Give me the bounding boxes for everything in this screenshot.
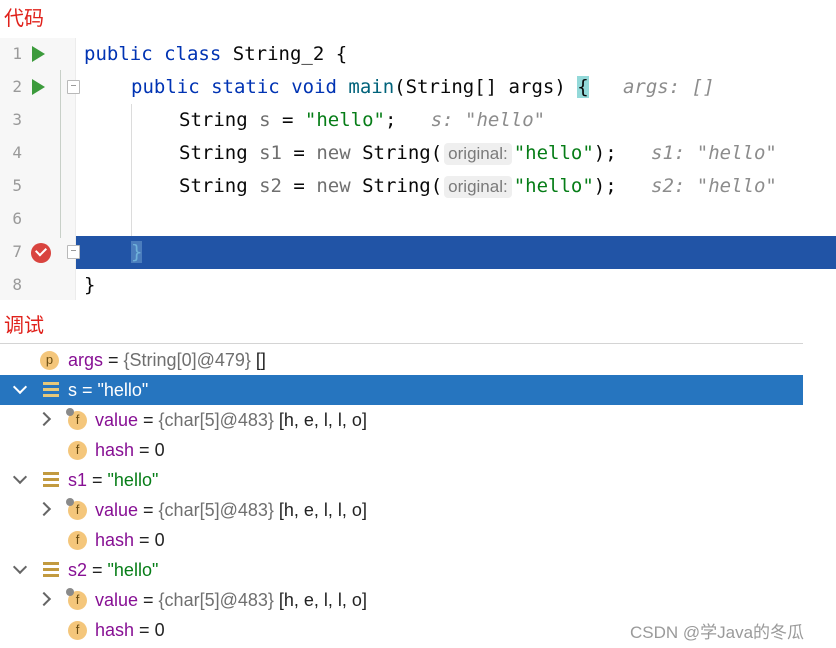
variable-s2[interactable]: s2 = "hello": [0, 555, 803, 585]
inline-value-hint: s1: "hello": [651, 142, 777, 164]
code-line-2[interactable]: 2 public static void main(String[] args)…: [0, 71, 836, 104]
code-section-label: 代码: [4, 6, 44, 30]
chevron-right-icon[interactable]: [36, 591, 52, 607]
inline-value-hint: s: "hello": [430, 109, 546, 131]
breakpoint-icon[interactable]: [31, 243, 51, 263]
field-text: hash = 0: [95, 620, 165, 640]
field-text: value = {char[5]@483} [h, e, l, l, o]: [95, 590, 367, 610]
chevron-down-icon[interactable]: [12, 379, 28, 395]
field-icon: f: [68, 441, 87, 460]
code-text: String s1 = new String(original: "hello")…: [179, 142, 777, 165]
field-text: hash = 0: [95, 530, 165, 550]
chevron-right-icon[interactable]: [36, 501, 52, 517]
field-hash[interactable]: f hash = 0: [0, 435, 803, 465]
code-text: public class String_2 {: [84, 43, 348, 65]
execution-highlight: [76, 236, 836, 269]
inline-value-hint: args: []: [622, 76, 715, 98]
chevron-down-icon[interactable]: [12, 469, 28, 485]
final-marker-icon: [66, 408, 74, 416]
local-variable-icon: [43, 382, 59, 398]
code-line-3[interactable]: 3 String s = "hello"; s: "hello": [0, 104, 836, 137]
code-text: }: [131, 241, 143, 263]
field-value[interactable]: f value = {char[5]@483} [h, e, l, l, o]: [0, 495, 803, 525]
variable-text: s1 = "hello": [68, 470, 159, 490]
code-line-4[interactable]: 4 String s1 = new String(original: "hello…: [0, 137, 836, 170]
run-icon[interactable]: [32, 46, 45, 62]
variable-s1[interactable]: s1 = "hello": [0, 465, 803, 495]
line-number: 8: [12, 275, 22, 294]
line-number: 2: [12, 77, 22, 96]
code-line-5[interactable]: 5 String s2 = new String(original: "hello…: [0, 170, 836, 203]
fold-icon[interactable]: [67, 80, 80, 94]
code-text: }: [84, 274, 96, 296]
line-number: 3: [12, 110, 22, 129]
fold-icon[interactable]: [67, 245, 80, 259]
parameter-hint: original:: [444, 143, 512, 165]
local-variable-icon: [43, 472, 59, 488]
code-text: String s2 = new String(original: "hello")…: [179, 175, 777, 198]
field-text: value = {char[5]@483} [h, e, l, l, o]: [95, 410, 367, 430]
parameter-hint: original:: [444, 176, 512, 198]
line-number: 5: [12, 176, 22, 195]
code-line-6[interactable]: 6: [0, 203, 836, 236]
parameter-icon: p: [40, 351, 59, 370]
field-value[interactable]: f value = {char[5]@483} [h, e, l, l, o]: [0, 585, 803, 615]
variable-text: args = {String[0]@479} []: [68, 350, 266, 370]
code-text: public static void main(String[] args) {…: [131, 76, 715, 98]
chevron-right-icon[interactable]: [36, 411, 52, 427]
debug-section-label: 调试: [4, 313, 44, 337]
final-marker-icon: [66, 588, 74, 596]
line-number: 4: [12, 143, 22, 162]
variable-args[interactable]: p args = {String[0]@479} []: [0, 345, 803, 375]
field-hash[interactable]: f hash = 0: [0, 525, 803, 555]
code-line-7-current-execution[interactable]: 7 }: [0, 236, 836, 269]
matched-brace: {: [577, 76, 589, 98]
code-text: String s = "hello"; s: "hello": [179, 109, 546, 131]
field-icon: f: [68, 531, 87, 550]
watermark: CSDN @学Java的冬瓜: [630, 623, 805, 642]
local-variable-icon: [43, 562, 59, 578]
line-number: 1: [12, 44, 22, 63]
variable-text: s2 = "hello": [68, 560, 159, 580]
chevron-down-icon[interactable]: [12, 559, 28, 575]
variables-panel-divider: [0, 343, 803, 344]
inline-value-hint: s2: "hello": [651, 175, 777, 197]
code-line-1[interactable]: 1 public class String_2 {: [0, 38, 836, 71]
variable-s[interactable]: s = "hello": [0, 375, 803, 405]
field-text: hash = 0: [95, 440, 165, 460]
line-number: 7: [12, 242, 22, 261]
variable-text: s = "hello": [68, 380, 149, 400]
field-text: value = {char[5]@483} [h, e, l, l, o]: [95, 500, 367, 520]
run-icon[interactable]: [32, 79, 45, 95]
line-number: 6: [12, 209, 22, 228]
field-value[interactable]: f value = {char[5]@483} [h, e, l, l, o]: [0, 405, 803, 435]
code-editor[interactable]: 1 public class String_2 { 2 public stati…: [0, 38, 836, 300]
field-icon: f: [68, 621, 87, 640]
final-marker-icon: [66, 498, 74, 506]
code-line-8[interactable]: 8 }: [0, 269, 836, 302]
